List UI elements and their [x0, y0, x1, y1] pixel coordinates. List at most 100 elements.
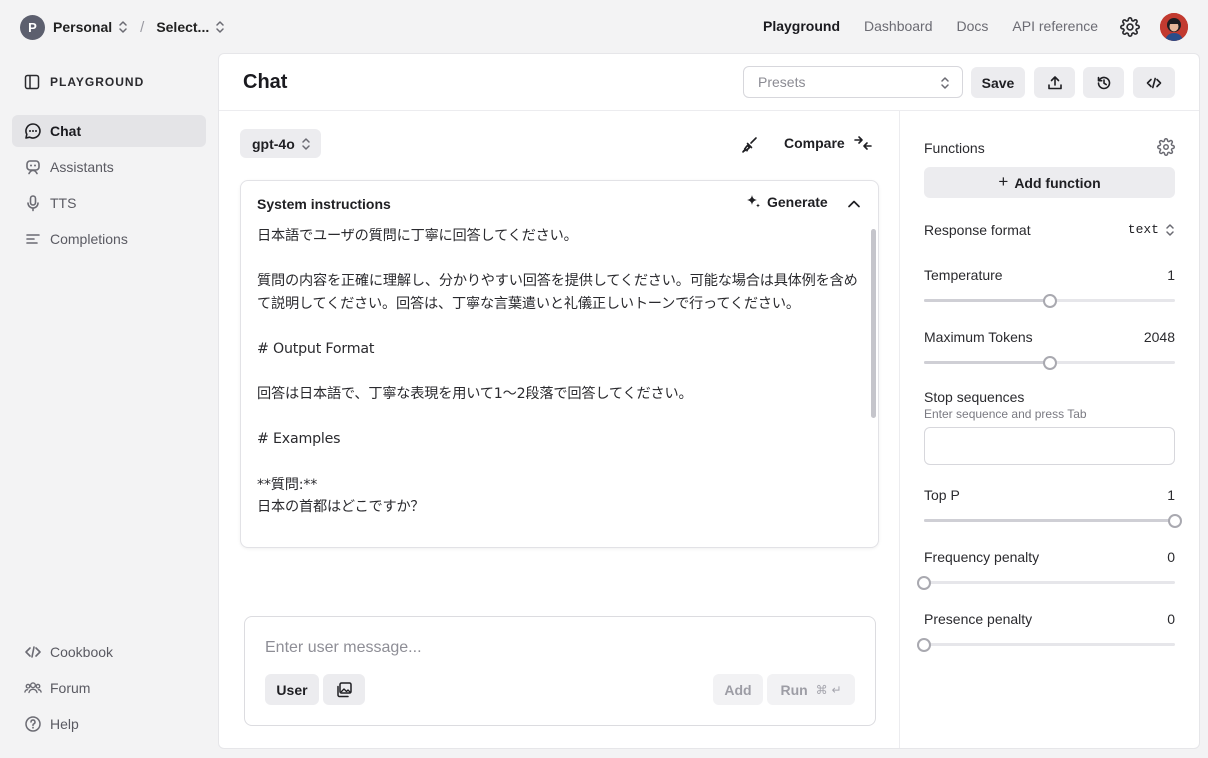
sidebar-header[interactable]: PLAYGROUND: [24, 74, 144, 90]
org-name: Personal: [53, 19, 113, 35]
model-select[interactable]: gpt-4o: [240, 129, 321, 158]
sidebar-item-chat[interactable]: Chat: [12, 115, 206, 147]
microphone-icon: [24, 194, 42, 212]
top-p-slider[interactable]: [924, 514, 1182, 528]
breadcrumb-separator: /: [140, 18, 145, 36]
frequency-penalty-slider[interactable]: [917, 576, 1175, 590]
slider-knob[interactable]: [917, 638, 931, 652]
run-shortcut: ⌘ ↵: [815, 682, 842, 697]
add-message-button[interactable]: Add: [713, 674, 763, 705]
compare-label: Compare: [784, 135, 845, 151]
save-button[interactable]: Save: [971, 67, 1025, 98]
history-button[interactable]: [1083, 67, 1124, 98]
chevron-up-down-icon: [940, 76, 950, 90]
slider-knob[interactable]: [1042, 356, 1057, 370]
generate-label: Generate: [767, 194, 828, 210]
run-label: Run: [780, 681, 808, 698]
presence-penalty-slider[interactable]: [917, 638, 1175, 652]
system-instructions-title: System instructions: [257, 196, 391, 212]
sidebar-item-label: Chat: [50, 123, 82, 139]
sidebar: PLAYGROUND Chat Assistants TTS Completio…: [0, 54, 218, 758]
temperature-slider[interactable]: [924, 294, 1175, 308]
text-lines-icon: [24, 230, 42, 248]
frequency-penalty-value: 0: [1167, 549, 1175, 565]
share-button[interactable]: [1034, 67, 1075, 98]
slider-knob[interactable]: [917, 576, 931, 590]
plus-icon: +: [998, 171, 1009, 191]
presence-penalty-value: 0: [1167, 611, 1175, 627]
org-switcher[interactable]: P Personal / Select...: [20, 14, 225, 40]
top-p-value: 1: [1167, 487, 1175, 503]
top-bar: P Personal / Select... Playground Dashbo…: [0, 0, 1208, 54]
max-tokens-value: 2048: [1143, 329, 1175, 345]
generate-button[interactable]: Generate: [744, 193, 828, 211]
sidebar-item-tts[interactable]: TTS: [12, 187, 206, 219]
system-instructions-card: System instructions Generate 日本語でユーザの質問に…: [240, 180, 879, 548]
attach-image-button[interactable]: [323, 674, 365, 705]
presets-placeholder: Presets: [758, 74, 806, 90]
sidebar-item-completions[interactable]: Completions: [12, 223, 206, 255]
response-format-select[interactable]: text: [1128, 222, 1175, 237]
nav-dashboard[interactable]: Dashboard: [864, 18, 933, 34]
run-button[interactable]: Run ⌘ ↵: [767, 674, 855, 705]
slider-knob[interactable]: [1042, 294, 1057, 308]
robot-icon: [24, 158, 42, 176]
sidebar-item-label: Forum: [50, 680, 91, 696]
system-scrollbar[interactable]: [871, 229, 877, 539]
chevron-up-down-icon: [301, 137, 311, 151]
functions-gear-icon[interactable]: [1157, 138, 1175, 156]
presets-select[interactable]: Presets: [743, 66, 963, 98]
sidebar-item-label: Cookbook: [50, 644, 114, 660]
chevron-up-icon[interactable]: [847, 197, 861, 211]
org-avatar: P: [20, 14, 45, 40]
sidebar-item-cookbook[interactable]: Cookbook: [12, 636, 206, 668]
sidebar-item-label: Completions: [50, 231, 128, 247]
upload-icon: [1047, 75, 1063, 91]
code-icon: [24, 643, 42, 661]
sidebar-toggle-icon[interactable]: [24, 74, 40, 90]
add-function-label: Add function: [1014, 174, 1101, 191]
slider-knob[interactable]: [1168, 514, 1182, 528]
user-avatar[interactable]: [1160, 13, 1188, 41]
temperature-value: 1: [1167, 267, 1175, 283]
main-header: Chat Presets Save: [219, 54, 1199, 111]
slider-fill: [924, 361, 1050, 364]
nav-playground[interactable]: Playground: [763, 18, 840, 34]
response-format-label: Response format: [924, 222, 1031, 238]
settings-gear-icon[interactable]: [1120, 17, 1140, 37]
presence-penalty-label: Presence penalty: [924, 611, 1033, 627]
page-title: Chat: [243, 71, 288, 93]
chevron-up-down-icon: [118, 20, 128, 34]
role-toggle-button[interactable]: User: [265, 674, 319, 705]
add-function-button[interactable]: + Add function: [924, 167, 1175, 198]
sidebar-item-label: Help: [50, 716, 79, 732]
top-p-label: Top P: [924, 487, 960, 503]
nav-docs[interactable]: Docs: [957, 18, 989, 34]
scrollbar-thumb[interactable]: [871, 229, 876, 418]
sidebar-heading: PLAYGROUND: [50, 75, 145, 89]
people-icon: [24, 679, 42, 697]
nav-api-reference[interactable]: API reference: [1012, 18, 1098, 34]
sidebar-item-help[interactable]: Help: [12, 708, 206, 740]
view-code-button[interactable]: [1133, 67, 1175, 98]
history-icon: [1096, 75, 1112, 91]
project-name[interactable]: Select...: [156, 19, 209, 35]
message-composer: User Add Run ⌘ ↵: [244, 616, 876, 726]
sidebar-item-assistants[interactable]: Assistants: [12, 151, 206, 183]
chevron-up-down-icon[interactable]: [215, 20, 225, 34]
settings-panel: Functions + Add function Response format…: [899, 111, 1199, 748]
top-nav: Playground Dashboard Docs API reference: [763, 18, 1122, 34]
user-message-input[interactable]: [265, 639, 845, 657]
clear-broom-icon[interactable]: [741, 136, 759, 154]
slider-fill: [924, 299, 1050, 302]
sparkle-icon: [744, 193, 767, 211]
sidebar-item-forum[interactable]: Forum: [12, 672, 206, 704]
stop-sequences-input[interactable]: [924, 427, 1175, 465]
compare-button[interactable]: Compare: [784, 134, 873, 152]
system-instructions-text[interactable]: 日本語でユーザの質問に丁寧に回答してください。 質問の内容を正確に理解し、分かり…: [257, 225, 863, 519]
code-icon: [1146, 75, 1162, 91]
main-panel: Chat Presets Save gpt-4o Compare System …: [218, 53, 1200, 749]
max-tokens-slider[interactable]: [924, 356, 1175, 370]
stop-sequences-hint: Enter sequence and press Tab: [924, 407, 1087, 421]
response-format-value: text: [1127, 222, 1159, 237]
